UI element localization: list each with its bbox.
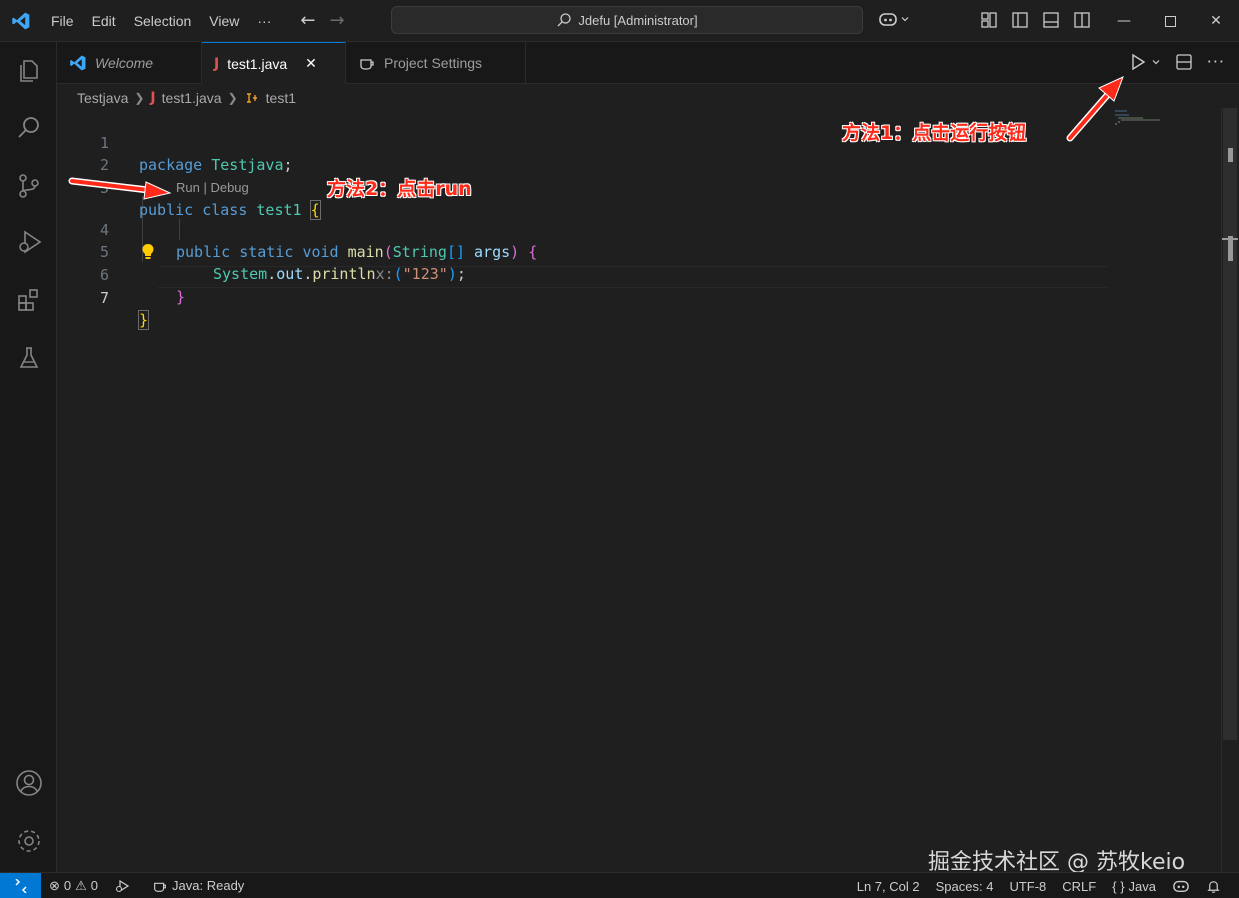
source-control-icon[interactable] [0, 162, 57, 210]
back-arrow-icon[interactable]: ← [300, 10, 315, 31]
tab-welcome[interactable]: Welcome [57, 42, 202, 84]
line-ending[interactable]: CRLF [1054, 873, 1104, 898]
code-editor[interactable]: 1 package Testjava; 2 3 public class tes… [57, 108, 1221, 872]
error-icon: ⊗ [49, 877, 60, 893]
encoding[interactable]: UTF-8 [1001, 873, 1054, 898]
testing-flask-icon[interactable] [0, 334, 57, 382]
coffee-icon [360, 59, 374, 70]
breadcrumb-folder[interactable]: Testjava [77, 90, 128, 106]
problems-indicator[interactable]: ⊗ 0 ⚠ 0 [41, 873, 106, 898]
breadcrumb: Testjava ❯ J test1.java ❯ test1 [77, 88, 296, 108]
menu-bar: File Edit Selection View ··· [42, 13, 280, 29]
toggle-secondary-sidebar-icon[interactable] [1073, 11, 1093, 31]
window-controls: — ✕ [1101, 0, 1239, 42]
search-label: Jdefu [Administrator] [578, 12, 698, 28]
java-status[interactable]: Java: Ready [144, 873, 252, 898]
language-label: Java [1128, 878, 1156, 894]
overview-ruler-mark [1228, 236, 1233, 261]
java-status-label: Java: Ready [172, 878, 245, 893]
class-symbol-icon [246, 93, 257, 103]
nav-arrows: ← → [300, 10, 344, 31]
toggle-primary-sidebar-icon[interactable] [1011, 11, 1031, 31]
account-icon[interactable] [0, 759, 57, 807]
explorer-icon[interactable] [0, 46, 57, 94]
menu-more[interactable]: ··· [248, 13, 280, 29]
code-line-6: 6 } [99, 266, 186, 306]
code-line-5: 5 System.out.printlnx:("123"); [99, 243, 466, 283]
code-line-4: 4 public static void main(String[] args)… [99, 221, 538, 261]
debug-status-icon[interactable] [106, 873, 138, 898]
code-line-3: 3 public class test1 { [99, 179, 321, 220]
extensions-icon[interactable] [0, 276, 57, 324]
close-tab-icon[interactable]: ✕ [305, 55, 317, 72]
menu-view[interactable]: View [200, 13, 248, 29]
chevron-right-icon: ❯ [227, 91, 238, 105]
language-mode[interactable]: { } Java [1104, 873, 1164, 898]
chevron-down-icon [901, 17, 909, 22]
braces-icon: { } [1112, 878, 1125, 894]
notifications-bell-icon[interactable] [1198, 873, 1229, 898]
chevron-right-icon: ❯ [134, 91, 145, 105]
title-bar: File Edit Selection View ··· ← → Jdefu [… [0, 0, 1239, 42]
java-icon: J [214, 55, 220, 72]
minimize-icon[interactable]: — [1101, 0, 1147, 42]
run-debug-icon[interactable] [0, 218, 57, 266]
coffee-icon [154, 882, 166, 892]
vscode-logo-icon [0, 0, 42, 42]
breadcrumb-symbol[interactable]: test1 [266, 90, 296, 106]
copilot-icon [879, 13, 897, 26]
customize-layout-icon[interactable] [980, 11, 1000, 31]
warning-count: 0 [90, 878, 99, 893]
editor-actions: ··· [1129, 52, 1225, 71]
command-center-search[interactable]: Jdefu [Administrator] [391, 6, 863, 34]
editor-tabs: Welcome J test1.java ✕ Project Settings [57, 42, 1239, 84]
layout-controls [980, 11, 1093, 31]
maximize-icon[interactable] [1147, 0, 1193, 42]
status-bar-right: Ln 7, Col 2 Spaces: 4 UTF-8 CRLF { } Jav… [849, 873, 1229, 898]
scrollbar-thumb[interactable] [1223, 108, 1237, 740]
menu-selection[interactable]: Selection [125, 13, 201, 29]
warning-icon: ⚠ [75, 877, 87, 893]
status-bar: ⊗ 0 ⚠ 0 Java: Ready Ln 7, Col 2 Spaces: … [0, 872, 1239, 898]
lightbulb-icon[interactable] [141, 243, 155, 265]
tab-project-settings[interactable]: Project Settings [346, 42, 526, 84]
forward-arrow-icon[interactable]: → [329, 10, 344, 31]
overview-ruler-mark [1228, 148, 1233, 162]
tab-test1-java[interactable]: J test1.java ✕ [202, 42, 346, 84]
annotation-method2: 方法2：点击run [327, 178, 472, 200]
codelens-run-debug[interactable]: Run | Debug [176, 180, 249, 195]
java-icon: J [150, 90, 156, 106]
close-window-icon[interactable]: ✕ [1193, 0, 1239, 42]
search-icon [557, 13, 572, 27]
cursor-position[interactable]: Ln 7, Col 2 [849, 873, 928, 898]
activity-bar [0, 42, 57, 872]
search-view-icon[interactable] [0, 104, 57, 152]
indentation[interactable]: Spaces: 4 [928, 873, 1002, 898]
copilot-menu[interactable] [878, 10, 910, 28]
tab-label: test1.java [227, 55, 288, 72]
menu-file[interactable]: File [42, 13, 83, 29]
breadcrumb-file[interactable]: test1.java [162, 90, 222, 106]
toggle-panel-icon[interactable] [1042, 11, 1062, 31]
split-editor-icon[interactable] [1175, 53, 1193, 71]
minimap[interactable] [1115, 110, 1165, 126]
run-dropdown-chevron-icon[interactable] [1151, 57, 1161, 67]
menu-edit[interactable]: Edit [83, 13, 125, 29]
tab-label: Project Settings [384, 55, 483, 71]
settings-gear-icon[interactable] [0, 817, 57, 865]
more-actions-icon[interactable]: ··· [1207, 52, 1225, 71]
tab-label: Welcome [95, 55, 154, 71]
remote-indicator-icon[interactable] [0, 872, 41, 898]
copilot-status-icon[interactable] [1164, 873, 1198, 898]
current-line-highlight [158, 266, 1108, 288]
vscode-icon [70, 55, 86, 71]
error-count: 0 [63, 878, 72, 893]
annotation-method1: 方法1：点击运行按钮 [842, 122, 1027, 144]
run-play-icon[interactable] [1129, 53, 1147, 71]
